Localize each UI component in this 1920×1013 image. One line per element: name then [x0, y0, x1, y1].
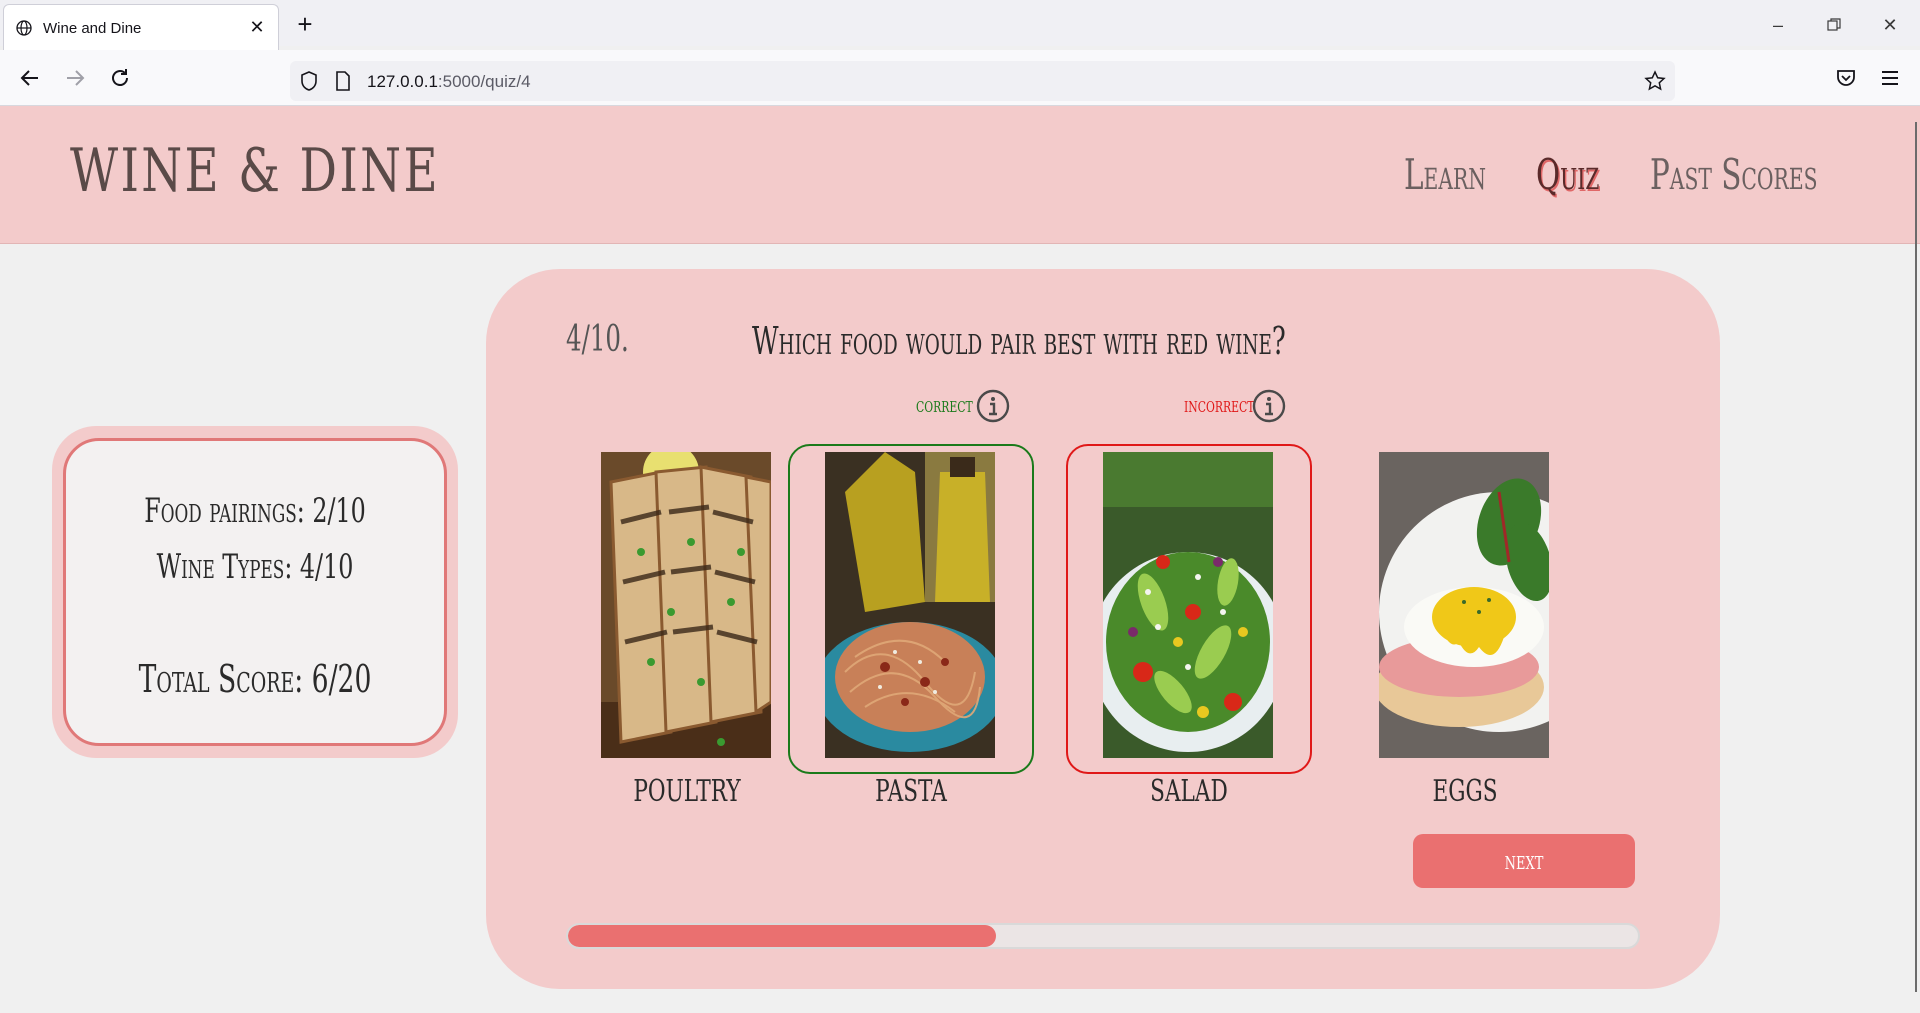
minimize-icon[interactable]: –: [1765, 12, 1791, 38]
site-logo[interactable]: WINE & DINE: [70, 136, 440, 206]
info-icon[interactable]: [1252, 389, 1286, 423]
option-salad[interactable]: SALAD: [1066, 444, 1312, 809]
menu-icon[interactable]: [1876, 64, 1904, 92]
site-header: WINE & DINE Learn Quiz Past Scores: [0, 106, 1920, 244]
next-button-label: next: [1504, 846, 1544, 876]
incorrect-label: incorrect: [1184, 393, 1255, 418]
wine-types-score: Wine Types: 4/10: [156, 547, 354, 587]
pasta-image[interactable]: [825, 452, 995, 758]
option-label: PASTA: [875, 774, 947, 809]
option-eggs[interactable]: EGGS: [1342, 444, 1588, 809]
salad-image[interactable]: [1103, 452, 1273, 758]
address-bar[interactable]: 127.0.0.1:5000/quiz/4: [290, 61, 1675, 101]
url-host: 127.0.0.1: [367, 72, 438, 91]
scrollbar[interactable]: [1915, 122, 1917, 992]
bookmark-star-icon[interactable]: [1644, 70, 1666, 92]
quiz-card: 4/10. Which food would pair best with re…: [486, 269, 1720, 989]
question-text: Which food would pair best with red wine…: [752, 319, 1286, 363]
close-tab-icon[interactable]: ✕: [246, 16, 268, 38]
reload-icon[interactable]: [106, 64, 134, 92]
pocket-icon[interactable]: [1832, 64, 1860, 92]
option-label: SALAD: [1150, 774, 1228, 809]
question-number: 4/10.: [566, 319, 629, 360]
poultry-image[interactable]: [601, 452, 771, 758]
option-poultry[interactable]: POULTRY: [564, 444, 810, 809]
tab-title: Wine and Dine: [43, 20, 142, 37]
shield-icon[interactable]: [298, 70, 320, 92]
option-label: POULTRY: [633, 774, 741, 809]
quiz-progress-bar: [566, 923, 1640, 949]
browser-toolbar: 127.0.0.1:5000/quiz/4: [0, 50, 1920, 106]
next-button[interactable]: next: [1413, 834, 1635, 888]
option-label: EGGS: [1432, 774, 1498, 809]
restore-icon[interactable]: [1821, 12, 1847, 38]
score-card-inner: Food pairings: 2/10 Wine Types: 4/10 Tot…: [63, 438, 447, 746]
total-score: Total Score: 6/20: [138, 657, 372, 701]
url-path: :5000/quiz/4: [437, 72, 531, 91]
correct-label: correct: [916, 393, 973, 418]
progress-fill: [568, 925, 996, 947]
browser-tab[interactable]: Wine and Dine ✕: [3, 4, 279, 50]
food-pairings-score: Food pairings: 2/10: [144, 491, 366, 531]
nav-past-scores[interactable]: Past Scores: [1650, 150, 1818, 199]
back-arrow-icon[interactable]: [16, 64, 44, 92]
close-window-icon[interactable]: ✕: [1877, 12, 1903, 38]
page-icon: [336, 71, 350, 91]
url-text[interactable]: 127.0.0.1:5000/quiz/4: [367, 72, 531, 92]
option-pasta[interactable]: PASTA: [788, 444, 1034, 809]
browser-tab-strip: Wine and Dine ✕ + – ✕: [0, 0, 1920, 50]
score-card: Food pairings: 2/10 Wine Types: 4/10 Tot…: [52, 426, 458, 758]
nav-quiz[interactable]: Quiz: [1536, 150, 1599, 199]
eggs-image[interactable]: [1379, 452, 1549, 758]
nav-learn[interactable]: Learn: [1404, 150, 1486, 199]
new-tab-icon[interactable]: +: [292, 11, 318, 38]
info-icon[interactable]: [976, 389, 1010, 423]
globe-icon: [16, 20, 32, 36]
forward-arrow-icon[interactable]: [61, 64, 89, 92]
